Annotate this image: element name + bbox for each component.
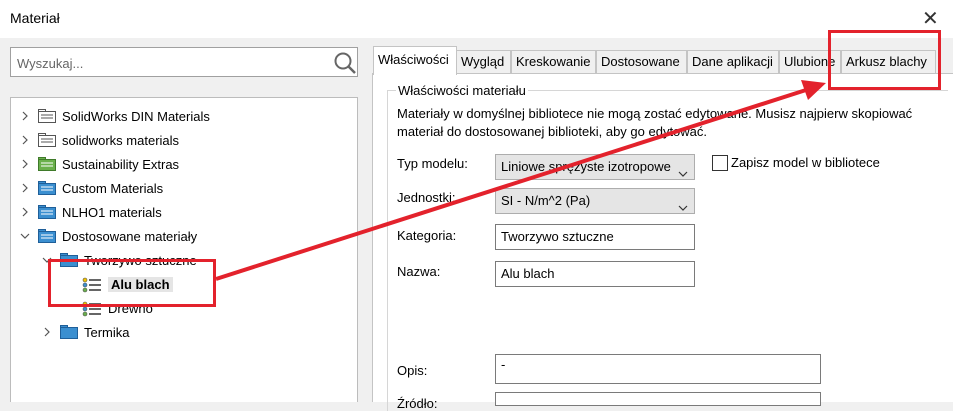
tab-properties[interactable]: Właściwości bbox=[373, 46, 457, 75]
annotation-arrow bbox=[215, 80, 826, 281]
